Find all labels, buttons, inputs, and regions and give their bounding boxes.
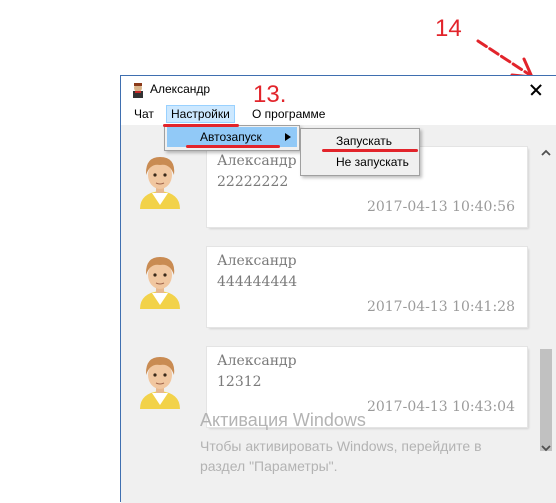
- scroll-down-icon[interactable]: [541, 443, 551, 453]
- menu-about[interactable]: О программе: [252, 107, 325, 121]
- title-bar[interactable]: Александр: [121, 76, 556, 104]
- message-author: Александр: [217, 253, 297, 269]
- menu-item-autostart[interactable]: Автозапуск: [167, 127, 297, 147]
- activation-watermark-line1: Чтобы активировать Windows, перейдите в: [200, 438, 482, 454]
- annotation-step-14: 14: [435, 15, 462, 42]
- avatar: [140, 257, 180, 309]
- close-icon[interactable]: [516, 76, 556, 104]
- menu-settings[interactable]: Настройки: [166, 105, 235, 123]
- menu-item-start-label: Запускать: [336, 134, 392, 148]
- submenu-arrow-icon: [285, 133, 291, 141]
- annotation-underline: [186, 145, 280, 148]
- message-time: 2017-04-13 10:43:04: [366, 399, 515, 415]
- avatar: [140, 157, 180, 209]
- activation-watermark-text: Чтобы активировать Windows, перейдите в …: [200, 436, 530, 476]
- annotation-step-13: 13.: [253, 81, 287, 108]
- message-bubble: Александр 444444444 2017-04-13 10:41:28: [207, 247, 527, 327]
- message-author: Александр: [217, 153, 297, 169]
- message-time: 2017-04-13 10:41:28: [366, 299, 515, 315]
- activation-watermark-line2: раздел "Параметры".: [200, 458, 338, 474]
- vertical-scrollbar[interactable]: [537, 125, 556, 503]
- menu-item-autostart-label: Автозапуск: [200, 130, 262, 144]
- menu-item-start[interactable]: Запускать: [303, 131, 417, 151]
- menu-item-no-start-label: Не запускать: [336, 155, 409, 169]
- scroll-thumb[interactable]: [540, 349, 552, 451]
- message-text: 22222222: [217, 174, 289, 190]
- autostart-submenu: Запускать Не запускать: [300, 128, 420, 176]
- message-text: 444444444: [217, 274, 298, 290]
- list-item: Александр 444444444 2017-04-13 10:41:28: [121, 247, 529, 337]
- message-time: 2017-04-13 10:40:56: [366, 199, 515, 215]
- app-avatar-icon: [133, 83, 143, 98]
- menu-item-no-start[interactable]: Не запускать: [303, 152, 417, 172]
- annotation-underline: [322, 149, 418, 152]
- window-title: Александр: [150, 82, 211, 96]
- menu-chat[interactable]: Чат: [134, 107, 154, 121]
- annotation-underline: [163, 124, 239, 127]
- scroll-up-icon[interactable]: [541, 148, 551, 158]
- activation-watermark-title: Активация Windows: [200, 410, 366, 430]
- message-text: 12312: [217, 374, 262, 390]
- menu-bar: Чат Настройки О программе: [121, 104, 556, 125]
- message-author: Александр: [217, 353, 297, 369]
- avatar: [140, 357, 180, 409]
